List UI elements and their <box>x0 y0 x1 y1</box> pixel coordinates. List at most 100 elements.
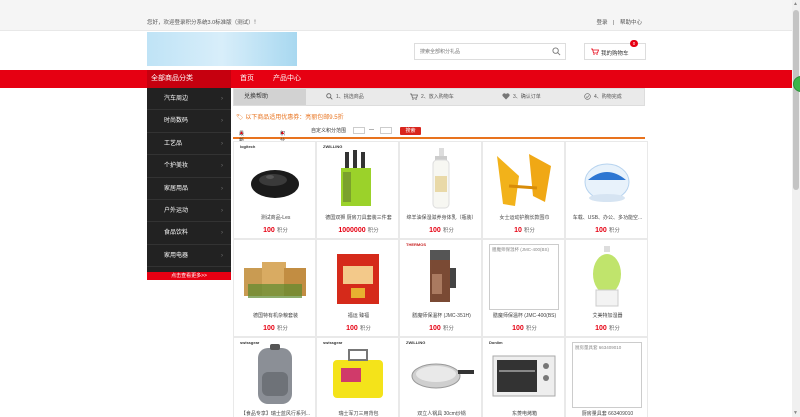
step-confirm: 3、确认订单 <box>502 89 541 105</box>
product-image[interactable]: Donlim <box>489 340 559 408</box>
product-image[interactable] <box>240 244 310 310</box>
price-value: 100 <box>429 325 441 332</box>
product-image[interactable]: 膳魔师保温杯 (JMC-400(BS) <box>489 244 559 310</box>
search-icon[interactable] <box>552 47 561 56</box>
site-logo[interactable] <box>147 32 297 66</box>
steps-header: 兑换帮助 <box>234 89 306 105</box>
scroll-down-icon[interactable]: ▼ <box>793 410 798 416</box>
category-label: 汽车周边 <box>164 96 189 102</box>
product-image[interactable]: swissgear <box>323 340 393 408</box>
product-card[interactable]: swissgear【食品专享】瑞士蓝风行系列...100积分 <box>233 337 316 417</box>
product-image[interactable]: ZWILLING <box>406 340 476 408</box>
product-image[interactable] <box>406 146 476 212</box>
product-card[interactable]: ZWILLING双立人锅具 30cm炒锅100积分 <box>399 337 482 417</box>
broken-image-alt-text: 厨房量具套 663409010 <box>575 345 622 350</box>
product-card[interactable]: 绵羊油保湿滋养身体乳（瓶装） 100 积分 <box>399 141 482 239</box>
step-label: 4、购物完成 <box>594 94 622 100</box>
category-item[interactable]: 汽车周边 › <box>147 88 231 111</box>
product-image[interactable] <box>572 146 642 212</box>
check-circle-icon <box>584 93 591 100</box>
product-name[interactable]: 双立人锅具 30cm炒锅 <box>400 410 483 417</box>
category-item[interactable]: 个护美妆 › <box>147 155 231 178</box>
price-value: 100 <box>595 227 607 234</box>
step-cart: 2、放入购物车 <box>410 89 454 105</box>
cart-button[interactable]: 我的购物车 0 <box>584 40 646 60</box>
product-image[interactable] <box>489 146 559 212</box>
category-item[interactable]: 家用电器 › <box>147 245 231 268</box>
search-box <box>414 43 566 60</box>
scroll-thumb[interactable] <box>793 10 799 190</box>
nav-products[interactable]: 产品中心 <box>273 70 301 88</box>
help-center-link[interactable]: 帮助中心 <box>620 20 642 26</box>
product-image[interactable] <box>323 244 393 310</box>
broken-image-alt-text: 膳魔师保温杯 (JMC-400(BS) <box>492 247 550 252</box>
product-card[interactable]: 德国特有机杂粮套装 100 积分 <box>233 239 316 337</box>
product-name[interactable]: 【食品专享】瑞士蓝风行系列... <box>234 410 317 417</box>
price-unit: 积分 <box>359 326 371 332</box>
product-name[interactable]: 绵羊油保湿滋养身体乳（瓶装） <box>400 214 483 221</box>
category-item[interactable]: 户外运动 › <box>147 200 231 223</box>
product-name[interactable]: 德国特有机杂粮套装 <box>234 312 317 319</box>
product-name[interactable]: 厨房量具套 663409010 <box>566 410 649 417</box>
product-name[interactable]: 车载、USB、办公、多功能空... <box>566 214 649 221</box>
product-image[interactable]: swissgear <box>240 340 310 408</box>
more-categories-link[interactable]: 点击查看更多>> <box>147 272 231 280</box>
category-item[interactable]: 工艺品 › <box>147 133 231 156</box>
category-item[interactable]: 时尚数码 › <box>147 110 231 133</box>
search-input[interactable] <box>415 44 545 59</box>
product-name[interactable]: 德国双狮 厨房刀具套装三件套 <box>317 214 400 221</box>
product-card[interactable]: logitech 测试商品-Les 100 积分 <box>233 141 316 239</box>
scroll-up-icon[interactable]: ▲ <box>793 1 798 7</box>
product-card[interactable]: ZWILLING 德国双狮 厨房刀具套装三件套 1000000 积分 <box>316 141 399 239</box>
product-name[interactable]: 膳魔师保温杯 (JMC-351H) <box>400 312 483 319</box>
product-card[interactable]: 厨房量具套 663409010厨房量具套 663409010100积分 <box>565 337 648 417</box>
product-image[interactable]: logitech <box>240 144 310 212</box>
product-card[interactable]: Donlim东菱电烤箱100积分 <box>482 337 565 417</box>
product-image[interactable]: THERMOS <box>406 242 476 310</box>
search-icon <box>326 93 333 100</box>
product-image[interactable]: ZWILLING <box>323 144 393 212</box>
cart-icon <box>591 48 599 55</box>
price-unit: 积分 <box>276 228 288 234</box>
category-item[interactable]: 食品饮料 › <box>147 222 231 245</box>
scrollbar[interactable]: ▲ ▼ <box>792 0 800 417</box>
link-divider: | <box>613 20 615 26</box>
product-name[interactable]: 测试商品-Les <box>234 214 317 221</box>
product-name[interactable]: 东菱电烤箱 <box>483 410 566 417</box>
product-price: 100 积分 <box>234 226 317 234</box>
product-card[interactable]: 艾美特加湿器 100 积分 <box>565 239 648 337</box>
all-categories-tab[interactable]: 全部商品分类 <box>147 70 231 88</box>
product-card[interactable]: 福运 臻福 100 积分 <box>316 239 399 337</box>
product-name[interactable]: 瑞士军刀三用背包 <box>317 410 400 417</box>
nav-home[interactable]: 首页 <box>240 70 254 88</box>
brand-logo: THERMOS <box>406 242 426 247</box>
product-name[interactable]: 艾美特加湿器 <box>566 312 649 319</box>
price-unit: 积分 <box>608 228 620 234</box>
product-name[interactable]: 福运 臻福 <box>317 312 400 319</box>
filter-search-button[interactable]: 搜索 <box>400 127 421 135</box>
brand-logo: logitech <box>240 144 256 149</box>
product-name[interactable]: 膳魔师保温杯 (JMC-400(BS) <box>483 312 566 319</box>
welcome-text: 您好，欢迎登录积分系统3.0标准版（测试）！ <box>147 20 260 26</box>
price-unit: 积分 <box>523 228 535 234</box>
category-label: 时尚数码 <box>164 118 189 125</box>
product-price: 100 积分 <box>483 324 566 332</box>
product-card[interactable]: swissgear瑞士军刀三用背包100积分 <box>316 337 399 417</box>
price-value: 100 <box>263 325 275 332</box>
login-link[interactable]: 登录 <box>596 20 607 26</box>
brand-logo: Donlim <box>489 340 503 345</box>
category-label: 家居用品 <box>164 185 189 192</box>
product-image[interactable] <box>572 244 642 310</box>
points-min-input[interactable] <box>353 127 365 134</box>
product-name[interactable]: 女士运动护腕长款围巾 <box>483 214 566 221</box>
chevron-right-icon: › <box>221 163 223 170</box>
exchange-steps: 兑换帮助 1、挑选商品 2、放入购物车 3、确认订单 4、购物完成 <box>233 88 645 106</box>
product-image[interactable]: 厨房量具套 663409010 <box>572 342 642 408</box>
category-item[interactable]: 家居用品 › <box>147 178 231 200</box>
product-card[interactable]: THERMOS 膳魔师保温杯 (JMC-351H) 100 积分 <box>399 239 482 337</box>
step-select: 1、挑选商品 <box>326 89 364 105</box>
product-card[interactable]: 女士运动护腕长款围巾 10 积分 <box>482 141 565 239</box>
product-card[interactable]: 膳魔师保温杯 (JMC-400(BS) 膳魔师保温杯 (JMC-400(BS) 10… <box>482 239 565 337</box>
product-card[interactable]: 车载、USB、办公、多功能空... 100 积分 <box>565 141 648 239</box>
points-max-input[interactable] <box>380 127 392 134</box>
